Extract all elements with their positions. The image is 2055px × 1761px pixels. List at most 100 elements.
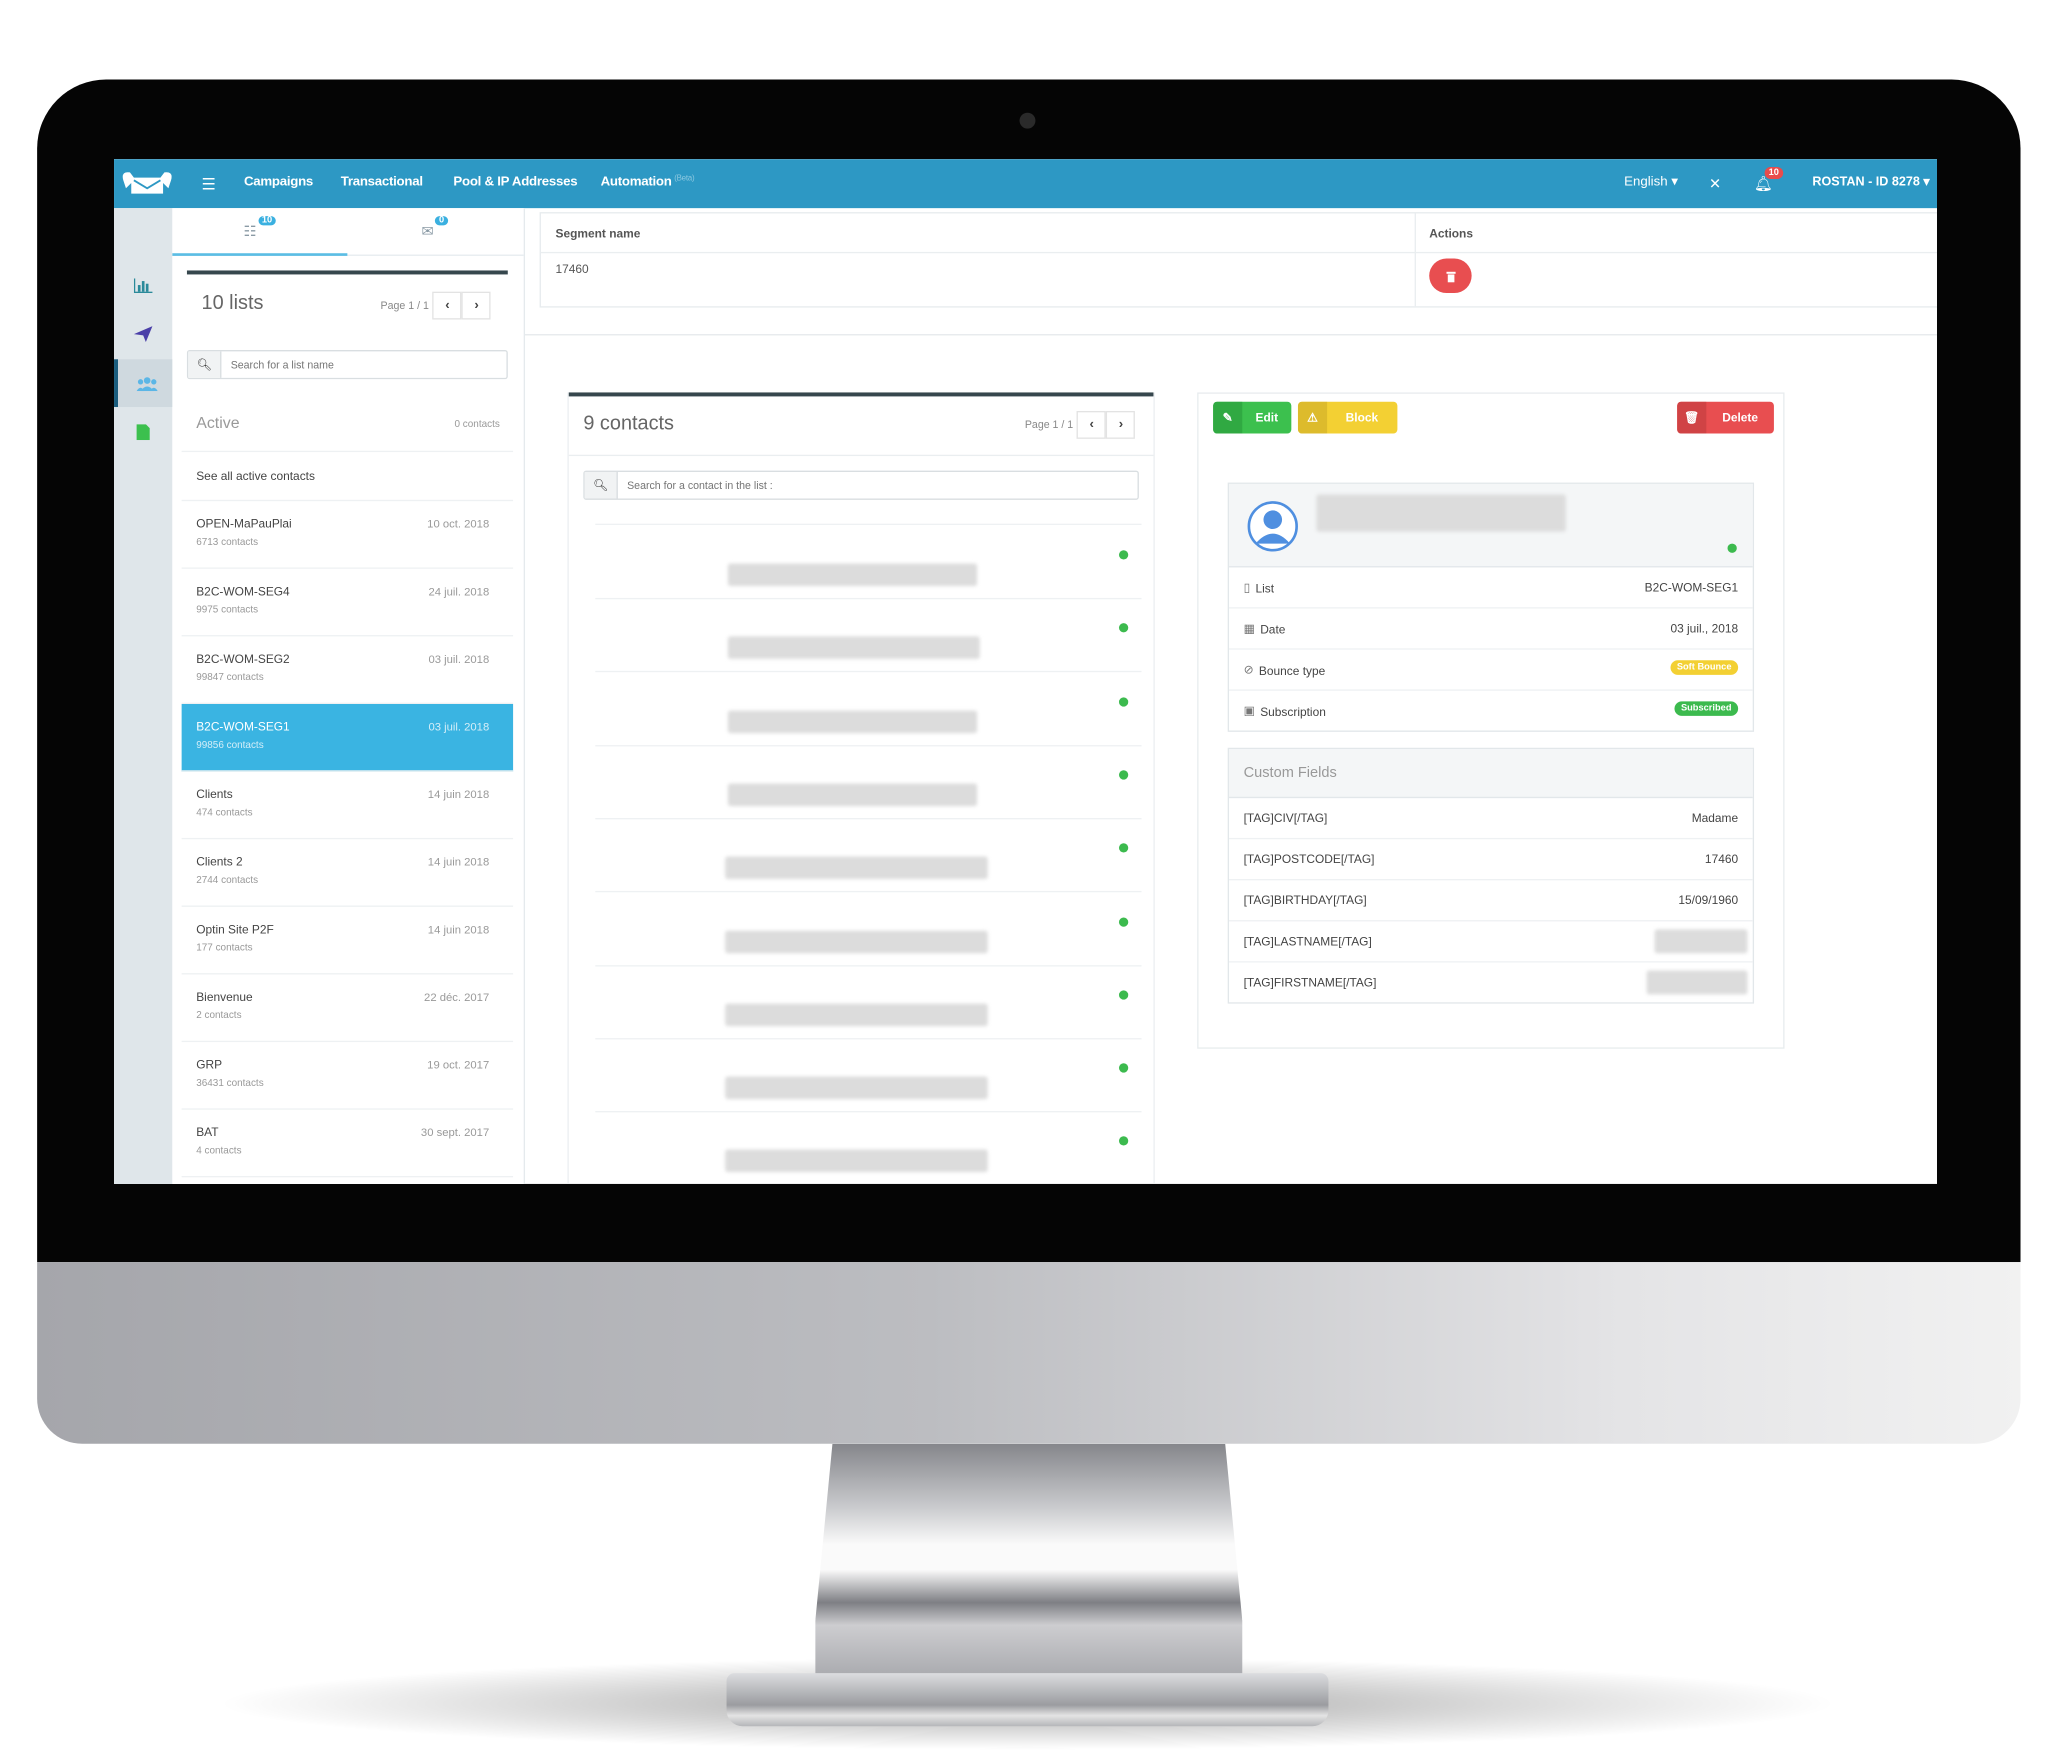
sidebar-item-contacts[interactable] <box>114 359 177 408</box>
contact-row[interactable] <box>595 892 1142 966</box>
contacts-title: 9 contacts <box>583 412 675 435</box>
block-button[interactable]: ⚠ Block <box>1297 401 1397 434</box>
list-count: 177 contacts <box>196 941 253 954</box>
contact-email-redacted <box>727 710 978 733</box>
tab-lists[interactable]: ☷ 10 <box>172 208 348 256</box>
list-item[interactable]: B2C-WOM-SEG4 9975 contacts 24 juil. 2018 <box>181 569 514 637</box>
list-count: 9975 contacts <box>196 603 259 616</box>
list-item[interactable]: B2C-WOM-SEG2 99847 contacts 03 juil. 2018 <box>181 636 514 704</box>
col-segment-name: Segment name <box>555 226 641 240</box>
contact-row[interactable] <box>595 818 1142 893</box>
monitor-chin <box>37 1262 2021 1444</box>
contacts-top-bar <box>568 392 1154 397</box>
nav-automation[interactable]: Automation (Beta) <box>601 175 695 190</box>
lists-page-label: Page 1 / 1 <box>380 299 429 312</box>
custom-fields-header: Custom Fields <box>1229 749 1753 799</box>
contact-search-input[interactable] <box>617 471 1138 499</box>
contact-row[interactable] <box>595 598 1142 673</box>
custom-field-value: 15/09/1960 <box>1678 893 1739 907</box>
contact-email-redacted <box>727 783 978 806</box>
list-date: 14 juin 2018 <box>427 922 490 937</box>
nav-campaigns[interactable]: Campaigns <box>244 175 313 190</box>
logo-icon[interactable] <box>118 167 176 199</box>
list-item[interactable]: BAT 4 contacts 30 sept. 2017 <box>181 1110 514 1178</box>
list-date: 14 juin 2018 <box>427 787 490 801</box>
contacts-next-button[interactable]: › <box>1106 410 1136 439</box>
language-dropdown[interactable]: English ▾ <box>1624 175 1678 190</box>
menu-icon[interactable]: ☰ <box>202 175 216 194</box>
list-name: Clients 2 <box>196 855 243 869</box>
field-label: List <box>1255 581 1275 595</box>
monitor-stand <box>815 1443 1243 1676</box>
inbox-icon: ✉ <box>421 223 434 240</box>
list-item[interactable]: Bienvenue 2 contacts 22 déc. 2017 <box>181 974 514 1043</box>
list-date: 14 juin 2018 <box>427 855 490 869</box>
nav-transactional[interactable]: Transactional <box>341 175 423 190</box>
camera <box>1019 112 1036 129</box>
list-icon: ☷ <box>243 223 257 240</box>
delete-segment-button[interactable] <box>1429 258 1472 294</box>
contact-row[interactable] <box>595 672 1142 746</box>
trash-icon <box>1445 271 1456 282</box>
contact-row[interactable] <box>595 745 1142 820</box>
avatar-icon <box>1247 501 1298 552</box>
contact-row[interactable] <box>595 965 1142 1040</box>
field-row: ⊘ Bounce type Soft Bounce <box>1229 650 1753 691</box>
lists-next-button[interactable]: › <box>462 291 492 320</box>
nav-pool-ip[interactable]: Pool & IP Addresses <box>453 175 577 190</box>
list-search-input[interactable] <box>221 351 507 378</box>
custom-field-row: [TAG]POSTCODE[/TAG] 17460 <box>1229 839 1753 881</box>
contact-card: ▯ List B2C-WOM-SEG1 ▦ Date 03 juil., 2018 ⊘ Bou… <box>1227 482 1755 732</box>
list-name: GRP <box>196 1057 223 1072</box>
delete-contact-button[interactable]: 🗑︎ Delete <box>1677 401 1774 434</box>
book-icon: ▯ <box>1243 580 1251 594</box>
list-item[interactable]: Optin Site P2F 177 contacts 14 juin 2018 <box>181 907 514 975</box>
lists-prev-button[interactable]: ‹ <box>432 291 463 320</box>
contact-email-redacted <box>725 1149 988 1173</box>
nav-automation-label: Automation <box>600 175 672 190</box>
list-name: Clients <box>196 787 233 801</box>
sidebar-item-templates[interactable] <box>114 408 172 456</box>
list-item[interactable]: B2C-WOM-SEG1 99856 contacts 03 juil. 2018 <box>181 703 514 772</box>
list-search: 🔍︎ <box>186 350 508 380</box>
contact-card-header <box>1229 483 1753 568</box>
edit-label: Edit <box>1255 410 1279 425</box>
list-date: 24 juil. 2018 <box>428 584 490 598</box>
custom-field-value: Madame <box>1691 811 1739 825</box>
custom-field-row: [TAG]LASTNAME[/TAG] <box>1229 921 1753 963</box>
sidebar <box>114 208 177 1184</box>
status-dot <box>1118 550 1129 560</box>
list-name: Optin Site P2F <box>196 922 274 937</box>
custom-field-label: [TAG]CIV[/TAG] <box>1243 811 1328 825</box>
edit-button[interactable]: ✎ Edit <box>1213 401 1292 434</box>
col-actions: Actions <box>1429 226 1473 240</box>
lists-pager: Page 1 / 1 ‹ › <box>380 291 492 320</box>
status-dot <box>1118 696 1129 707</box>
contacts-panel: 9 contacts Page 1 / 1 ‹ › 🔍︎ <box>567 392 1155 1184</box>
user-menu[interactable]: ROSTAN - ID 8278 ▾ <box>1812 175 1929 190</box>
list-item[interactable]: Clients 474 contacts 14 juin 2018 <box>181 772 514 840</box>
block-label: Block <box>1345 410 1379 425</box>
list-name: B2C-WOM-SEG1 <box>196 719 290 734</box>
list-item[interactable]: GRP 36431 contacts 19 oct. 2017 <box>181 1042 514 1110</box>
list-name: B2C-WOM-SEG2 <box>196 652 290 666</box>
see-all-active-link[interactable]: See all active contacts <box>181 452 514 502</box>
pin-icon[interactable]: ✕ <box>1709 175 1721 192</box>
status-dot <box>1118 1063 1129 1073</box>
custom-fields: [TAG]CIV[/TAG] Madame [TAG]POSTCODE[/TAG] 1… <box>1229 798 1753 1002</box>
users-icon <box>136 376 158 391</box>
tab-inbox[interactable]: ✉ 0 <box>347 208 522 253</box>
custom-field-value: 17460 <box>1704 852 1739 866</box>
field-label: Bounce type <box>1258 663 1326 677</box>
sidebar-item-stats[interactable] <box>114 261 172 309</box>
list-item[interactable]: Clients 2 2744 contacts 14 juin 2018 <box>181 839 514 907</box>
list-item[interactable]: OPEN-MaPauPlai 6713 contacts 10 oct. 2018 <box>181 501 514 569</box>
notification-badge: 10 <box>1764 167 1783 179</box>
contact-row[interactable] <box>595 1112 1141 1184</box>
contacts-prev-button[interactable]: ‹ <box>1077 410 1107 439</box>
contact-row[interactable] <box>595 525 1142 600</box>
field-row: ▯ List B2C-WOM-SEG1 <box>1229 567 1753 609</box>
list-count: 4 contacts <box>196 1144 242 1157</box>
sidebar-item-campaigns[interactable] <box>114 310 172 358</box>
contact-row[interactable] <box>595 1038 1142 1113</box>
